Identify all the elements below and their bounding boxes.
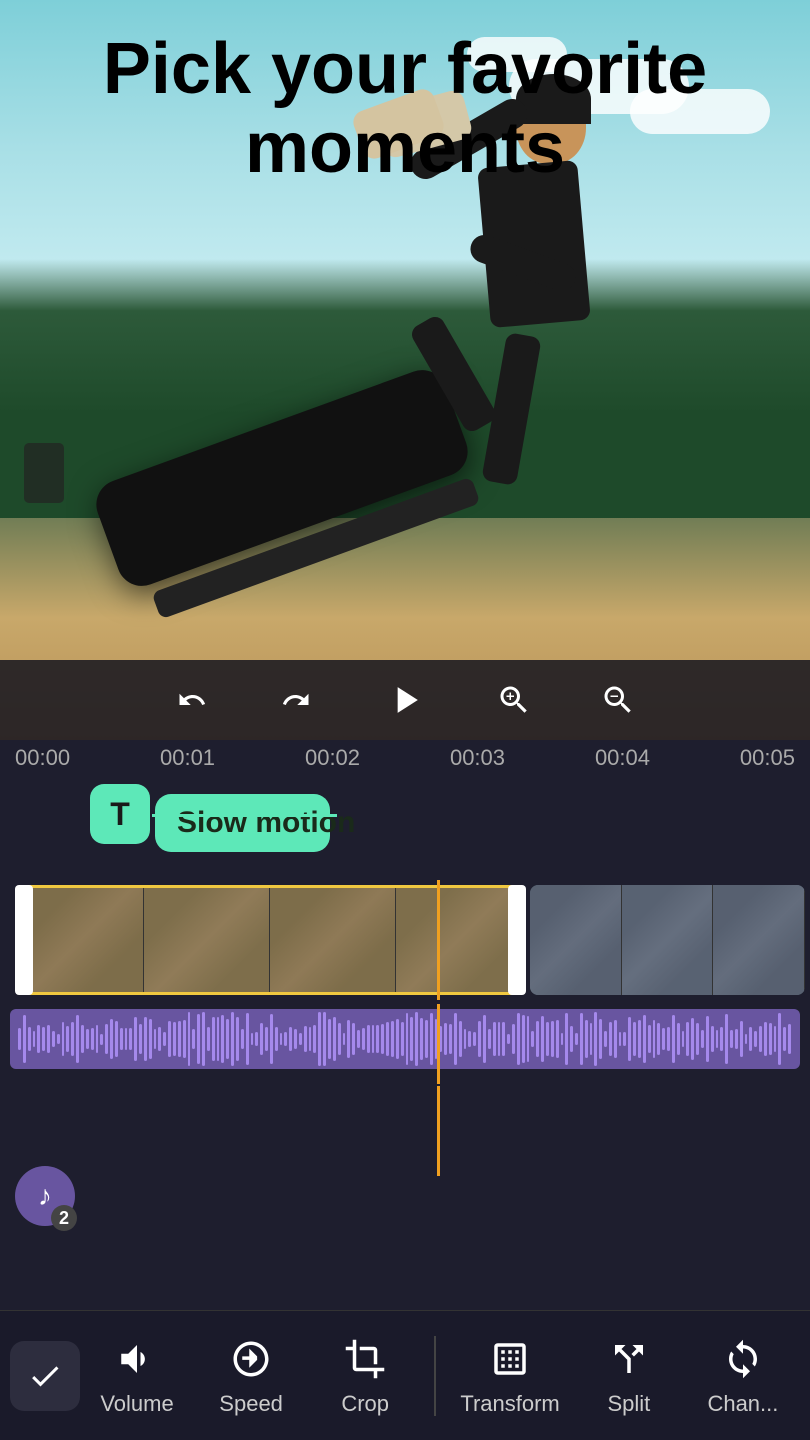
text-tag-button[interactable]: T bbox=[90, 784, 150, 844]
audio-waveform[interactable] bbox=[10, 1009, 800, 1069]
music-note-icon: ♪ bbox=[38, 1180, 52, 1212]
toolbar-item-volume[interactable]: Volume bbox=[92, 1335, 182, 1417]
text-track-line bbox=[152, 814, 337, 817]
video-preview: Pick your favorite moments bbox=[0, 0, 810, 740]
zoom-in-button[interactable] bbox=[492, 678, 536, 722]
toolbar-item-change[interactable]: Chan... bbox=[698, 1335, 788, 1417]
clip-thumb-5 bbox=[530, 885, 622, 995]
speed-label: Speed bbox=[219, 1391, 283, 1417]
time-ruler: 00:00 00:01 00:02 00:03 00:04 00:05 bbox=[0, 740, 810, 776]
speed-svg bbox=[230, 1338, 272, 1380]
volume-svg bbox=[116, 1338, 158, 1380]
ruler-marks: 00:00 00:01 00:02 00:03 00:04 00:05 bbox=[15, 745, 795, 771]
clip-handle-right[interactable] bbox=[508, 885, 526, 995]
redo-button[interactable] bbox=[274, 678, 318, 722]
time-3: 00:03 bbox=[450, 745, 505, 771]
crop-label: Crop bbox=[341, 1391, 389, 1417]
playhead-clips bbox=[437, 880, 440, 1000]
toolbar-item-split[interactable]: Split bbox=[584, 1335, 674, 1417]
clip-thumb-6 bbox=[622, 885, 714, 995]
split-label: Split bbox=[607, 1391, 650, 1417]
split-svg bbox=[608, 1338, 650, 1380]
change-label: Chan... bbox=[707, 1391, 778, 1417]
selected-clip[interactable] bbox=[15, 885, 525, 995]
time-4: 00:04 bbox=[595, 745, 650, 771]
transform-label: Transform bbox=[460, 1391, 559, 1417]
clips-track bbox=[0, 880, 810, 1000]
redo-icon bbox=[281, 685, 311, 715]
toolbar-item-speed[interactable]: Speed bbox=[206, 1335, 296, 1417]
time-2: 00:02 bbox=[305, 745, 360, 771]
clip-thumb-4 bbox=[396, 888, 522, 992]
music-badge[interactable]: ♪ 2 bbox=[15, 1166, 75, 1226]
video-controls-bar bbox=[0, 660, 810, 740]
waveform-bars bbox=[10, 1009, 800, 1069]
toolbar-item-crop[interactable]: Crop bbox=[320, 1335, 410, 1417]
time-0: 00:00 bbox=[15, 745, 70, 771]
slow-motion-bubble[interactable]: Slow motion bbox=[155, 794, 330, 852]
clip-thumb-1 bbox=[18, 888, 144, 992]
unselected-clip[interactable] bbox=[530, 885, 805, 995]
time-5: 00:05 bbox=[740, 745, 795, 771]
volume-label: Volume bbox=[100, 1391, 173, 1417]
transform-svg bbox=[489, 1338, 531, 1380]
undo-icon bbox=[177, 685, 207, 715]
toolbar-divider bbox=[434, 1336, 436, 1416]
title-overlay: Pick your favorite moments bbox=[0, 30, 810, 188]
transform-icon bbox=[486, 1335, 534, 1383]
clip-thumb-2 bbox=[144, 888, 270, 992]
audio-track bbox=[0, 1004, 810, 1084]
change-svg bbox=[722, 1338, 764, 1380]
text-track: T Slow motion bbox=[0, 776, 810, 876]
crop-icon bbox=[341, 1335, 389, 1383]
crop-svg bbox=[344, 1338, 386, 1380]
change-icon bbox=[719, 1335, 767, 1383]
background-skater bbox=[24, 443, 64, 503]
undo-button[interactable] bbox=[170, 678, 214, 722]
timeline-area: 00:00 00:01 00:02 00:03 00:04 00:05 T Sl… bbox=[0, 740, 810, 1310]
volume-icon bbox=[113, 1335, 161, 1383]
time-1: 00:01 bbox=[160, 745, 215, 771]
music-track-count: 2 bbox=[51, 1205, 77, 1231]
zoom-in-icon bbox=[496, 682, 532, 718]
clip-thumb-7 bbox=[713, 885, 805, 995]
clip-handle-left[interactable] bbox=[15, 885, 33, 995]
play-icon bbox=[383, 678, 427, 722]
zoom-out-button[interactable] bbox=[596, 678, 640, 722]
clip-thumb-3 bbox=[270, 888, 396, 992]
check-icon bbox=[27, 1358, 63, 1394]
bottom-toolbar: Volume Speed Crop bbox=[0, 1310, 810, 1440]
playhead-music bbox=[437, 1086, 440, 1176]
music-row: ♪ 2 bbox=[0, 1086, 810, 1176]
speed-icon bbox=[227, 1335, 275, 1383]
split-icon bbox=[605, 1335, 653, 1383]
toolbar-items: Volume Speed Crop bbox=[80, 1335, 800, 1417]
playhead-audio bbox=[437, 1004, 440, 1084]
toolbar-item-transform[interactable]: Transform bbox=[460, 1335, 559, 1417]
zoom-out-icon bbox=[600, 682, 636, 718]
main-title: Pick your favorite moments bbox=[40, 30, 770, 188]
play-button[interactable] bbox=[378, 673, 432, 727]
back-button[interactable] bbox=[10, 1341, 80, 1411]
